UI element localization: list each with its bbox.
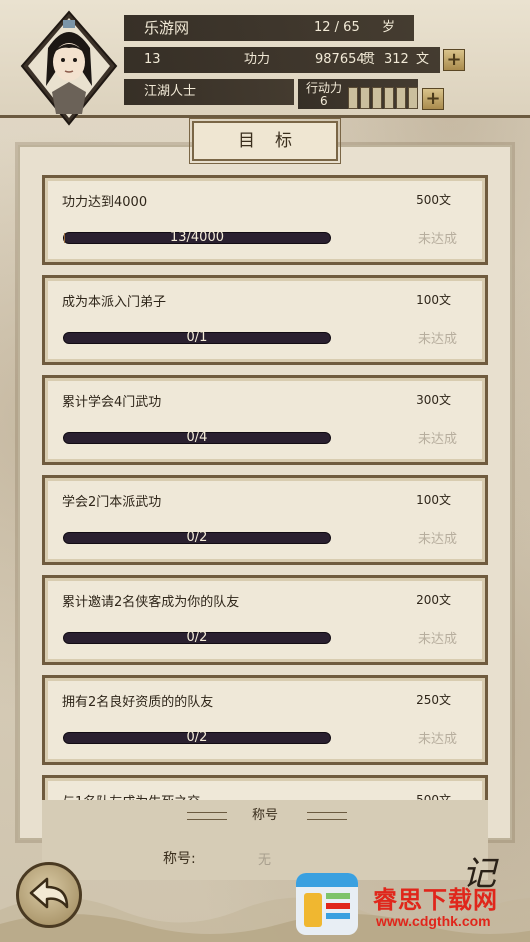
title-field-value: 无 <box>258 853 272 868</box>
title-rank: 江湖人士 <box>144 84 197 99</box>
currency-wen-label: 文 <box>416 52 430 67</box>
power-label: 功力 <box>244 52 271 67</box>
action-point-cell <box>384 87 394 109</box>
back-arrow-icon <box>29 877 69 909</box>
goal-progress-bar: 0/2 <box>63 730 331 745</box>
goal-progress-text: 0/2 <box>186 530 208 545</box>
panel-title: 目标 <box>189 118 341 164</box>
add-currency-button[interactable]: + <box>443 49 465 71</box>
level-value: 13 <box>144 52 161 67</box>
goal-card[interactable]: 学会2门本派武功 100文 0/2 未达成 <box>42 475 488 565</box>
goal-name: 拥有2名良好资质的的队友 <box>62 695 214 710</box>
watermark-logo-icon <box>296 873 358 935</box>
goal-reward: 300文 <box>416 393 451 407</box>
player-avatar[interactable] <box>18 8 120 128</box>
power-value: 987654 <box>315 52 365 67</box>
goal-status: 未达成 <box>417 232 457 247</box>
goal-progress-bar: 0/2 <box>63 530 331 545</box>
plus-icon: + <box>446 49 462 70</box>
title-field-label: 称号: <box>163 851 196 867</box>
title-section: 称号 称号: 无 <box>42 800 488 880</box>
goal-name: 累计学会4门武功 <box>62 395 162 410</box>
goal-card[interactable]: 与1名队友成为生死之交500文 <box>42 775 488 802</box>
goal-name: 功力达到4000 <box>62 195 148 210</box>
player-name: 乐游网 <box>144 19 190 37</box>
goal-progress-text: 0/1 <box>186 330 208 345</box>
goal-card[interactable]: 累计学会4门武功 300文 0/4 未达成 <box>42 375 488 465</box>
goal-progress-text: 0/2 <box>186 630 208 645</box>
goal-status: 未达成 <box>417 632 457 647</box>
goal-reward: 500文 <box>416 193 451 207</box>
goal-progress-bar: 0/4 <box>63 430 331 445</box>
goal-reward: 100文 <box>416 293 451 307</box>
goal-reward: 100文 <box>416 493 451 507</box>
currency-guan-label: 贯 <box>362 52 376 67</box>
action-point-cell <box>360 87 370 109</box>
divider-ornament-right <box>307 812 347 820</box>
goal-name: 累计邀请2名侠客成为你的队友 <box>62 595 240 610</box>
goal-card[interactable]: 拥有2名良好资质的的队友 250文 0/2 未达成 <box>42 675 488 765</box>
plus-icon: + <box>425 88 441 109</box>
action-point-cell <box>408 87 418 109</box>
goal-progress-text: 13/4000 <box>169 230 224 245</box>
goal-card[interactable]: 功力达到4000 500文 13/4000 未达成 <box>42 175 488 265</box>
age-unit: 岁 <box>382 20 396 35</box>
title-section-label: 称号 <box>251 808 278 823</box>
goal-name: 学会2门本派武功 <box>62 495 162 510</box>
action-label: 行动力 <box>306 81 343 95</box>
action-value: 6 <box>320 94 328 108</box>
watermark-brand: 睿思下载网 <box>373 886 498 914</box>
add-action-button[interactable]: + <box>422 88 444 110</box>
action-point-cell <box>372 87 382 109</box>
age-value: 12 / 65 <box>314 20 360 35</box>
watermark-url: www.cdgthk.com <box>376 913 491 929</box>
goal-progress-bar: 0/2 <box>63 630 331 645</box>
goal-card[interactable]: 累计邀请2名侠客成为你的队友 200文 0/2 未达成 <box>42 575 488 665</box>
goal-reward: 250文 <box>416 693 451 707</box>
goal-card[interactable]: 成为本派入门弟子 100文 0/1 未达成 <box>42 275 488 365</box>
currency-wen-value: 312 <box>384 52 409 67</box>
goal-name: 成为本派入门弟子 <box>62 295 167 310</box>
goal-progress-bar: 13/4000 <box>63 230 331 245</box>
goal-progress-text: 0/2 <box>186 730 208 745</box>
action-point-cell <box>396 87 406 109</box>
goal-status: 未达成 <box>417 732 457 747</box>
goal-status: 未达成 <box>417 432 457 447</box>
back-button[interactable] <box>16 862 82 928</box>
hud-stats-row: 13 功力 987654 贯 312 文 <box>124 47 440 73</box>
action-point-cell <box>348 87 358 109</box>
goal-reward: 200文 <box>416 593 451 607</box>
hud-rank-row: 江湖人士 <box>124 79 294 105</box>
goal-progress-bar: 0/1 <box>63 330 331 345</box>
goal-progress-text: 0/4 <box>186 430 208 445</box>
hud-name-row: 乐游网 12 / 65 岁 <box>124 15 414 41</box>
goal-status: 未达成 <box>417 332 457 347</box>
goals-list[interactable]: 功力达到4000 500文 13/4000 未达成 成为本派入门弟子 100文 0/1 未达成… <box>42 172 488 802</box>
goal-status: 未达成 <box>417 532 457 547</box>
